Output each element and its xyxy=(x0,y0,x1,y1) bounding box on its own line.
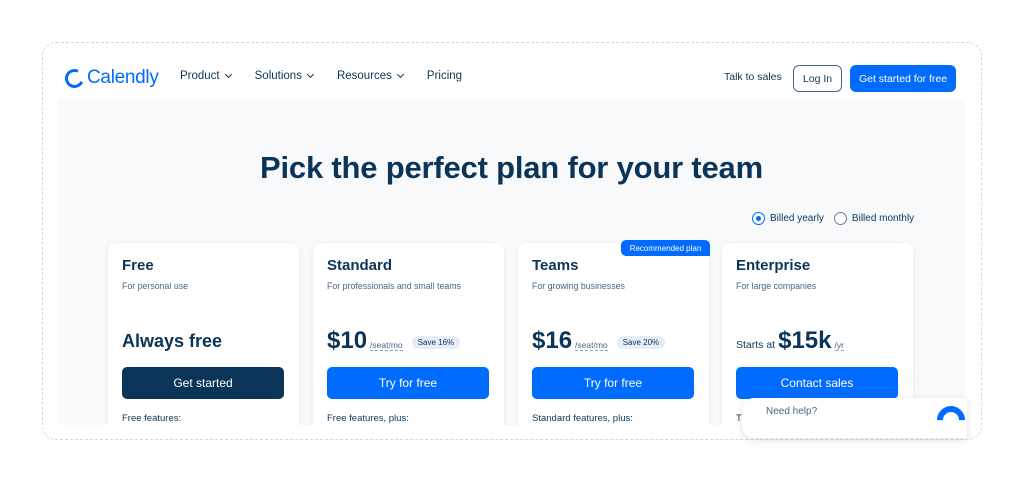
billed-yearly-option[interactable]: Billed yearly xyxy=(752,212,824,225)
features-label: Standard features, plus: xyxy=(532,413,633,424)
chat-icon[interactable] xyxy=(931,400,971,440)
save-badge: Save 20% xyxy=(616,336,666,349)
get-started-button[interactable]: Get started xyxy=(122,367,284,399)
chevron-down-icon xyxy=(306,70,314,79)
calendly-logo[interactable]: Calendly xyxy=(62,65,159,91)
page: Calendly Product Solutions Resources Pri… xyxy=(58,57,965,425)
recommended-plan-badge: Recommended plan xyxy=(621,240,710,256)
plan-price: $10 xyxy=(327,327,368,354)
try-for-free-button[interactable]: Try for free xyxy=(532,367,694,399)
main-menu: Product Solutions Resources Pricing xyxy=(180,70,462,82)
plan-subtitle: For personal use xyxy=(122,281,189,291)
plan-card-free: Free For personal use Always free Get st… xyxy=(108,243,299,425)
menu-pricing-label: Pricing xyxy=(426,70,463,82)
menu-pricing[interactable]: Pricing xyxy=(427,70,462,82)
calendly-logo-icon xyxy=(62,65,87,91)
features-label: Free features, plus: xyxy=(327,413,409,424)
price-unit: /seat/mo xyxy=(575,340,608,351)
plan-price: $15k xyxy=(778,327,832,354)
get-started-free-button[interactable]: Get started for free xyxy=(850,65,956,92)
plan-name: Standard xyxy=(327,257,393,274)
menu-solutions-label: Solutions xyxy=(254,70,302,82)
price-unit: /seat/mo xyxy=(370,340,403,351)
plan-subtitle: For large companies xyxy=(736,281,817,291)
plan-name: Enterprise xyxy=(736,257,811,274)
plan-price-row: $10 /seat/mo Save 16% xyxy=(327,327,461,355)
plan-name: Teams xyxy=(532,257,579,274)
menu-product-label: Product xyxy=(180,70,220,82)
plan-name: Free xyxy=(122,257,154,274)
menu-resources[interactable]: Resources xyxy=(336,70,404,82)
billed-yearly-radio[interactable] xyxy=(752,212,765,225)
plan-card-teams: Teams For growing businesses $16 /seat/m… xyxy=(518,243,709,425)
billed-monthly-label: Billed monthly xyxy=(851,213,915,224)
plan-price-row: $16 /seat/mo Save 20% xyxy=(532,327,666,355)
price-prefix: Starts at xyxy=(736,339,776,351)
features-label: Free features: xyxy=(122,413,182,424)
help-widget-label: Need help? xyxy=(766,406,818,417)
chevron-down-icon xyxy=(396,70,404,79)
billed-yearly-label: Billed yearly xyxy=(770,213,824,224)
menu-product[interactable]: Product xyxy=(180,70,232,82)
billed-monthly-option[interactable]: Billed monthly xyxy=(833,212,915,225)
plan-subtitle: For growing businesses xyxy=(532,281,625,291)
price-unit: /yr xyxy=(834,340,844,351)
plan-card-standard: Standard For professionals and small tea… xyxy=(313,243,504,425)
plan-price: $16 xyxy=(532,327,573,354)
plan-price-row: Starts at $15k /yr xyxy=(736,327,844,355)
talk-to-sales-link[interactable]: Talk to sales xyxy=(724,71,782,83)
menu-solutions[interactable]: Solutions xyxy=(254,70,314,82)
chevron-down-icon xyxy=(224,70,232,79)
contact-sales-button[interactable]: Contact sales xyxy=(736,367,898,399)
logo-text: Calendly xyxy=(87,67,159,88)
try-for-free-button[interactable]: Try for free xyxy=(327,367,489,399)
save-badge: Save 16% xyxy=(411,336,461,349)
page-title: Pick the perfect plan for your team xyxy=(260,150,763,185)
login-button[interactable]: Log In xyxy=(793,65,842,92)
help-widget[interactable]: Need help? xyxy=(742,398,971,440)
plan-subtitle: For professionals and small teams xyxy=(327,281,461,291)
features-label: T xyxy=(736,413,742,424)
billed-monthly-radio[interactable] xyxy=(833,212,847,225)
plan-price: Always free xyxy=(122,331,223,351)
menu-resources-label: Resources xyxy=(336,70,392,82)
top-nav: Calendly Product Solutions Resources Pri… xyxy=(58,57,965,99)
billing-toggle: Billed yearly Billed monthly xyxy=(752,212,914,225)
